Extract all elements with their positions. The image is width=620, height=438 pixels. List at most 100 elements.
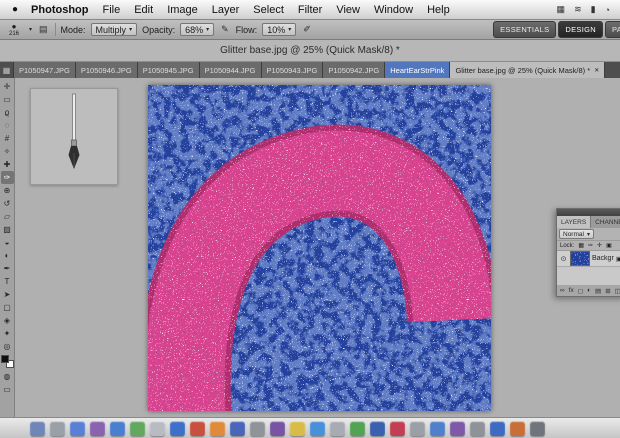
tab-channels[interactable]: CHANNELS bbox=[591, 216, 620, 228]
tool-3d-rotate[interactable]: ◈ bbox=[1, 314, 14, 327]
menu-filter[interactable]: Filter bbox=[291, 4, 329, 16]
dock-icon[interactable] bbox=[190, 420, 205, 436]
tool-brush[interactable]: ✑ bbox=[0, 171, 14, 184]
dock-icon[interactable] bbox=[90, 420, 105, 436]
canvas-document[interactable] bbox=[138, 85, 499, 417]
adjustment-layer-icon[interactable]: ◐ bbox=[587, 287, 591, 294]
dock-icon[interactable] bbox=[350, 420, 365, 436]
workspace-essentials[interactable]: ESSENTIALS bbox=[493, 21, 557, 38]
dock-icon[interactable] bbox=[130, 420, 145, 436]
link-layers-icon[interactable]: ∞ bbox=[560, 287, 565, 294]
tab-strip-grid-icon[interactable]: ▦ bbox=[0, 62, 14, 78]
dock-icon[interactable] bbox=[310, 420, 325, 436]
clock-icon[interactable]: ◔ bbox=[605, 5, 610, 15]
tab-p1050944[interactable]: P1050944.JPG bbox=[199, 62, 262, 78]
tool-eraser[interactable]: ▱ bbox=[1, 210, 14, 223]
dock-icon[interactable] bbox=[510, 420, 525, 436]
brush-panel-toggle-icon[interactable]: ▤ bbox=[37, 24, 50, 35]
tab-layers[interactable]: LAYERS bbox=[557, 216, 592, 228]
dock-icon[interactable] bbox=[150, 420, 165, 436]
menu-view[interactable]: View bbox=[329, 4, 367, 16]
tool-blur[interactable]: ◒ bbox=[1, 236, 14, 249]
dock-icon[interactable] bbox=[450, 420, 465, 436]
layer-mask-icon[interactable]: ◻ bbox=[578, 287, 583, 295]
dock-icon[interactable] bbox=[250, 420, 265, 436]
tab-glitter-base[interactable]: Glitter base.jpg @ 25% (Quick Mask/8) * … bbox=[450, 62, 606, 78]
tool-crop[interactable]: # bbox=[1, 132, 14, 145]
menu-file[interactable]: File bbox=[95, 4, 127, 16]
dock-icon[interactable] bbox=[210, 420, 225, 436]
dock-icon[interactable] bbox=[470, 420, 485, 436]
dock-icon[interactable] bbox=[390, 420, 405, 436]
workspace-paint[interactable]: PAINT bbox=[604, 21, 620, 38]
layer-visibility-eye-icon[interactable]: ⊙ bbox=[559, 255, 568, 263]
tab-heartearstrpink[interactable]: HeartEarStrPink bbox=[385, 62, 451, 78]
blend-mode-select[interactable]: Multiply ▾ bbox=[90, 23, 138, 36]
airbrush-toggle-icon[interactable]: ✐ bbox=[301, 24, 313, 35]
layer-effects-icon[interactable]: fx bbox=[569, 287, 574, 294]
menu-help[interactable]: Help bbox=[420, 4, 457, 16]
dock-icon[interactable] bbox=[50, 420, 65, 436]
tool-quick-selection[interactable]: ◌ bbox=[1, 119, 14, 132]
tool-hand[interactable]: ✦ bbox=[1, 327, 14, 340]
brush-preset-caret-icon[interactable]: ▾ bbox=[29, 26, 32, 33]
dock-icon[interactable] bbox=[290, 420, 305, 436]
menu-window[interactable]: Window bbox=[367, 4, 420, 16]
new-layer-icon[interactable]: ⊞ bbox=[605, 287, 610, 295]
dock-icon[interactable] bbox=[170, 420, 185, 436]
battery-icon[interactable]: ▮ bbox=[591, 4, 596, 15]
lock-position-icon[interactable]: ✛ bbox=[596, 242, 603, 249]
layer-thumbnail[interactable] bbox=[570, 251, 590, 266]
brush-preset-picker[interactable]: ● 216 bbox=[4, 22, 24, 37]
tool-gradient[interactable]: ▨ bbox=[1, 223, 14, 236]
tool-shape[interactable]: ▢ bbox=[1, 301, 14, 314]
layer-group-icon[interactable]: ▤ bbox=[595, 287, 601, 295]
dock-icon[interactable] bbox=[330, 420, 345, 436]
menu-image[interactable]: Image bbox=[160, 4, 205, 16]
tool-clone-stamp[interactable]: ⊕ bbox=[1, 184, 14, 197]
tab-p1050946[interactable]: P1050946.JPG bbox=[75, 62, 138, 78]
dock-icon[interactable] bbox=[490, 420, 505, 436]
tool-lasso[interactable]: ϱ bbox=[1, 106, 14, 119]
dock-icon[interactable] bbox=[30, 420, 45, 436]
screen-mode-button[interactable]: ▭ bbox=[1, 383, 14, 396]
dock-icon[interactable] bbox=[410, 420, 425, 436]
menu-select[interactable]: Select bbox=[246, 4, 291, 16]
wifi-icon[interactable]: ≋ bbox=[574, 4, 582, 15]
lock-all-icon[interactable]: ▣ bbox=[605, 242, 613, 249]
status-grid-icon[interactable]: ▦ bbox=[557, 4, 566, 15]
dock-icon[interactable] bbox=[230, 420, 245, 436]
layer-row-background[interactable]: ⊙ Background ▣ bbox=[557, 251, 620, 267]
document-title-bar[interactable]: Glitter base.jpg @ 25% (Quick Mask/8) * bbox=[0, 40, 620, 62]
tool-type[interactable]: T bbox=[1, 275, 14, 288]
dock-icon[interactable] bbox=[530, 420, 545, 436]
tab-p1050947[interactable]: P1050947.JPG bbox=[14, 62, 76, 78]
tool-history-brush[interactable]: ↺ bbox=[1, 197, 14, 210]
tool-marquee[interactable]: ▭ bbox=[1, 93, 14, 106]
dock-icon[interactable] bbox=[70, 420, 85, 436]
dock-icon[interactable] bbox=[430, 420, 445, 436]
dock-icon[interactable] bbox=[270, 420, 285, 436]
lock-transparency-icon[interactable]: ▦ bbox=[577, 242, 585, 249]
tab-p1050945[interactable]: P1050945.JPG bbox=[137, 62, 200, 78]
panel-grip[interactable] bbox=[557, 209, 620, 216]
menu-photoshop[interactable]: Photoshop bbox=[24, 4, 95, 16]
tool-healing-brush[interactable]: ✚ bbox=[1, 158, 14, 171]
flow-field[interactable]: 10% ▾ bbox=[262, 23, 297, 36]
tool-dodge[interactable]: ◐ bbox=[1, 249, 14, 262]
tool-pen[interactable]: ✒ bbox=[1, 262, 14, 275]
tool-path-selection[interactable]: ➤ bbox=[1, 288, 14, 301]
tool-zoom[interactable]: ◎ bbox=[1, 340, 14, 353]
dock-icon[interactable] bbox=[110, 420, 125, 436]
glitter-image[interactable] bbox=[138, 85, 499, 417]
tablet-pressure-icon[interactable]: ✎ bbox=[219, 24, 231, 35]
tab-close-icon[interactable]: ✕ bbox=[594, 67, 599, 74]
tab-p1050942[interactable]: P1050942.JPG bbox=[323, 62, 386, 78]
tab-p1050943[interactable]: P1050943.JPG bbox=[261, 62, 324, 78]
quick-mask-button[interactable]: ◍ bbox=[1, 370, 14, 383]
menu-layer[interactable]: Layer bbox=[205, 4, 247, 16]
delete-layer-icon[interactable]: ◫ bbox=[615, 287, 620, 295]
opacity-field[interactable]: 68% ▾ bbox=[180, 23, 215, 36]
workspace-design[interactable]: DESIGN bbox=[558, 21, 603, 38]
tool-eyedropper[interactable]: ✧ bbox=[1, 145, 14, 158]
